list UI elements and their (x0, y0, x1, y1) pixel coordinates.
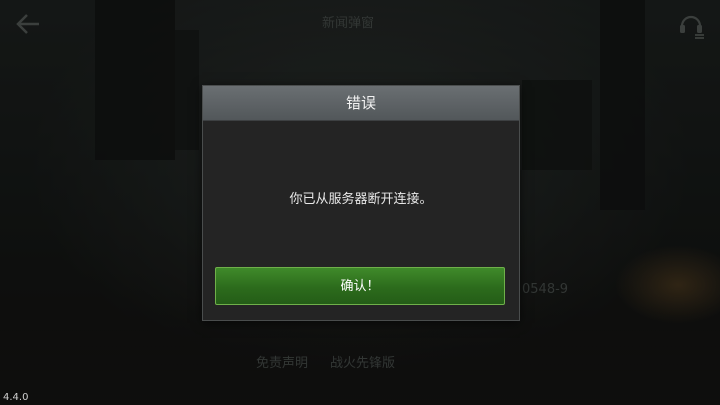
dialog-title: 错误 (203, 86, 519, 121)
confirm-button[interactable]: 确认！ (215, 267, 505, 305)
dialog-message: 你已从服务器断开连接。 (289, 192, 433, 207)
error-dialog: 错误 你已从服务器断开连接。 确认！ (202, 85, 520, 321)
game-screen: 新闻弹窗 免责声明 战火先锋版 0548-9 错误 你已从服务器断开连接。 确认… (0, 0, 720, 405)
dialog-body: 你已从服务器断开连接。 确认！ (203, 121, 519, 320)
version-label: 4.4.0 (3, 392, 29, 403)
